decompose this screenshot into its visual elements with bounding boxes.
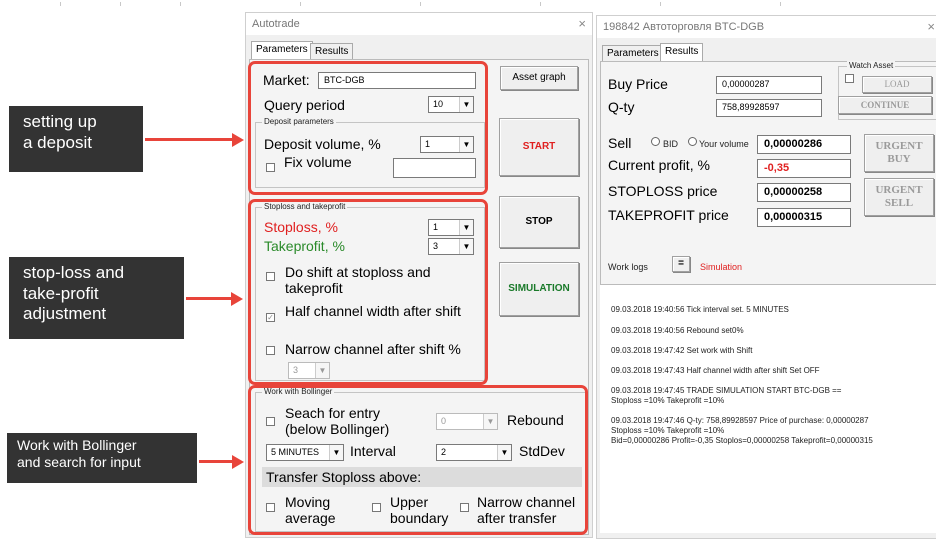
work-logs-label: Work logs bbox=[608, 262, 648, 272]
tab-parameters[interactable]: Parameters bbox=[602, 45, 664, 62]
close-icon[interactable]: × bbox=[927, 16, 935, 38]
current-profit-label: Current profit, % bbox=[608, 157, 710, 173]
logs-toggle-button[interactable]: = bbox=[672, 256, 690, 272]
tab-parameters[interactable]: Parameters bbox=[251, 41, 313, 60]
urgent-buy-button[interactable]: URGENT BUY bbox=[864, 134, 934, 172]
arrow-right-icon bbox=[232, 133, 244, 147]
tab-results[interactable]: Results bbox=[310, 43, 354, 60]
bollinger-highlight bbox=[248, 385, 588, 535]
urgent-sell-button[interactable]: URGENT SELL bbox=[864, 178, 934, 216]
watch-asset-checkbox[interactable] bbox=[845, 74, 854, 83]
buy-price-input[interactable]: 0,00000287 bbox=[716, 76, 822, 94]
arrow-right-icon bbox=[232, 455, 244, 469]
log-entry: 09.03.2018 19:47:45 TRADE SIMULATION STA… bbox=[611, 386, 842, 405]
buy-price-label: Buy Price bbox=[608, 76, 668, 92]
deposit-arrow bbox=[145, 138, 233, 141]
log-entry: 09.03.2018 19:40:56 Rebound set0% bbox=[611, 326, 744, 335]
stoploss-callout: stop-loss and take-profit adjustment bbox=[9, 257, 184, 339]
load-button[interactable]: LOAD bbox=[862, 76, 932, 93]
log-entry: 09.03.2018 19:40:56 Tick interval set. 5… bbox=[611, 305, 789, 314]
simulation-label: Simulation bbox=[700, 262, 743, 272]
qty-input[interactable]: 758,89928597 bbox=[716, 99, 822, 117]
ruler bbox=[0, 0, 936, 8]
bollinger-arrow bbox=[199, 460, 233, 463]
continue-button[interactable]: CONTINUE bbox=[838, 96, 932, 114]
log-entry: 09.03.2018 19:47:43 Half channel width a… bbox=[611, 366, 820, 375]
your-volume-radio[interactable] bbox=[688, 137, 697, 146]
bid-label: BID bbox=[663, 139, 679, 149]
stoploss-price-value: 0,00000258 bbox=[757, 183, 851, 202]
sell-value: 0,00000286 bbox=[757, 135, 851, 154]
current-profit-value: -0,35 bbox=[757, 159, 851, 178]
deposit-highlight bbox=[248, 61, 488, 195]
log-entry: 09.03.2018 19:47:46 Q-ty: 758,89928597 P… bbox=[611, 416, 873, 445]
stoploss-highlight bbox=[248, 199, 488, 385]
sell-label: Sell bbox=[608, 135, 632, 151]
bollinger-callout: Work with Bollinger and search for input bbox=[7, 433, 197, 483]
takeprofit-price-label: TAKEPROFIT price bbox=[608, 207, 729, 223]
arrow-right-icon bbox=[231, 292, 243, 306]
bid-radio[interactable] bbox=[651, 137, 660, 146]
your-volume-label: Your volume bbox=[699, 139, 749, 149]
window-title: 198842 Автоторговля BTC-DGB bbox=[603, 21, 765, 33]
deposit-callout: setting up a deposit bbox=[9, 106, 143, 172]
window-titlebar: 198842 Автоторговля BTC-DGB × bbox=[597, 16, 936, 38]
stop-button[interactable]: STOP bbox=[499, 196, 579, 248]
simulation-button[interactable]: SIMULATION bbox=[499, 262, 579, 316]
start-button[interactable]: START bbox=[499, 118, 579, 176]
takeprofit-price-value: 0,00000315 bbox=[757, 208, 851, 227]
window-title: Autotrade bbox=[252, 18, 300, 30]
stoploss-arrow bbox=[186, 297, 232, 300]
close-icon[interactable]: × bbox=[578, 13, 586, 35]
asset-graph-button[interactable]: Asset graph bbox=[500, 66, 578, 90]
tab-results[interactable]: Results bbox=[660, 43, 704, 62]
qty-label: Q-ty bbox=[608, 99, 635, 115]
window-titlebar: Autotrade × bbox=[246, 13, 592, 35]
log-list: 09.03.2018 19:40:56 Tick interval set. 5… bbox=[601, 283, 936, 533]
watch-asset-title: Watch Asset bbox=[847, 61, 896, 70]
stoploss-price-label: STOPLOSS price bbox=[608, 183, 718, 199]
log-entry: 09.03.2018 19:47:42 Set work with Shift bbox=[611, 346, 753, 355]
